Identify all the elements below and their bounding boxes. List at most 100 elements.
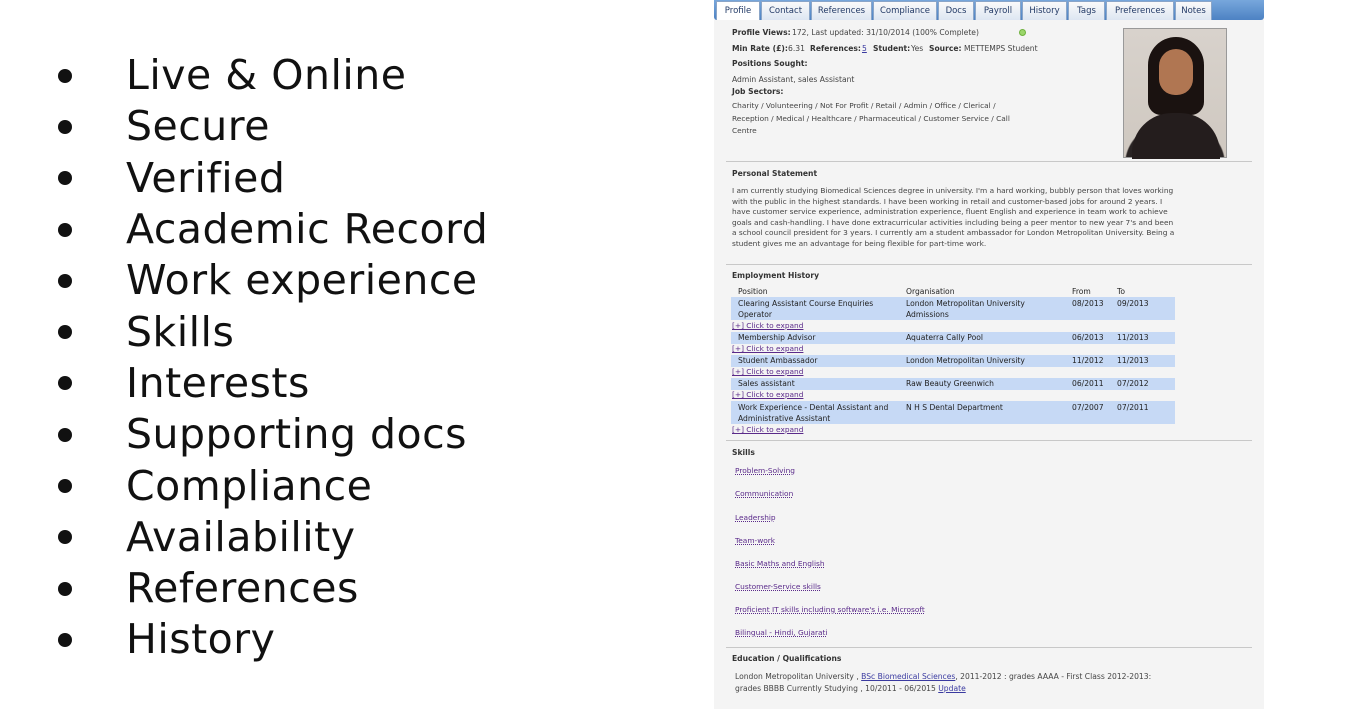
to-cell: 09/2013 — [1117, 299, 1149, 308]
course-link[interactable]: BSc Biomedical Sciences — [861, 672, 955, 681]
bullet-text: Secure — [126, 102, 270, 151]
bullet-dot — [58, 119, 72, 134]
update-link[interactable]: Update — [938, 684, 966, 693]
position-cell: Membership Advisor — [738, 333, 816, 342]
bullet-item: Secure — [52, 101, 612, 152]
tab-contact[interactable]: Contact — [761, 1, 810, 20]
education-line-1: London Metropolitan University , BSc Bio… — [735, 672, 1151, 681]
to-cell: 11/2013 — [1117, 333, 1149, 342]
bullet-item: Interests — [52, 358, 612, 409]
candidate-photo — [1123, 28, 1227, 159]
skill-link[interactable]: Proficient IT skills including software'… — [735, 605, 925, 614]
min-rate-value: 6.31 — [788, 44, 805, 53]
education-status: grades BBBB Currently Studying , 10/2011… — [735, 684, 936, 693]
col-to-header: To — [1117, 287, 1125, 296]
status-indicator — [1019, 29, 1026, 36]
skills-title: Skills — [732, 448, 755, 457]
skill-link[interactable]: Customer-Service skills — [735, 582, 821, 591]
bullet-text: Skills — [126, 307, 235, 356]
bullet-dot — [58, 632, 72, 647]
bullet-text: Availability — [126, 512, 356, 561]
tab-profile[interactable]: Profile — [716, 1, 760, 20]
candidate-profile-panel: Profile Contact References Compliance Do… — [714, 0, 1264, 709]
skill-link[interactable]: Leadership — [735, 513, 776, 522]
skill-link[interactable]: Communication — [735, 489, 793, 498]
profile-views-value: 172, Last updated: 31/10/2014 (100% Comp… — [792, 28, 979, 37]
bullet-item: Live & Online — [52, 50, 612, 101]
bullet-dot — [58, 171, 72, 186]
bullet-dot — [58, 68, 72, 83]
col-from-header: From — [1072, 287, 1091, 296]
skill-link[interactable]: Basic Maths and English — [735, 559, 825, 568]
position-cell: Clearing Assistant Course Enquiries Oper… — [738, 299, 874, 319]
table-row[interactable]: Clearing Assistant Course Enquiries Oper… — [731, 297, 1175, 320]
bullet-item: References — [52, 563, 612, 614]
bullet-text: Academic Record — [126, 205, 489, 254]
source-value: METTEMPS Student — [964, 44, 1038, 53]
tab-compliance[interactable]: Compliance — [873, 1, 937, 20]
personal-statement-text: I am currently studying Biomedical Scien… — [732, 186, 1175, 248]
tab-references[interactable]: References — [811, 1, 872, 20]
bullet-text: Supporting docs — [126, 410, 468, 459]
skill-link[interactable]: Problem-Solving — [735, 466, 795, 475]
bullet-item: Verified — [52, 153, 612, 204]
personal-statement-title: Personal Statement — [732, 169, 818, 178]
section-divider — [726, 440, 1252, 441]
col-organisation-header: Organisation — [906, 287, 955, 296]
skill-link[interactable]: Team-work — [735, 536, 775, 545]
organisation-cell: N H S Dental Department — [906, 403, 1003, 412]
organisation-cell: London Metropolitan University Admission… — [906, 299, 1025, 319]
from-cell: 08/2013 — [1072, 299, 1104, 308]
expand-link[interactable]: [+] Click to expand — [732, 390, 803, 399]
bullet-text: Live & Online — [126, 51, 407, 100]
position-cell: Student Ambassador — [738, 356, 818, 365]
from-cell: 07/2007 — [1072, 403, 1104, 412]
bullet-dot — [58, 581, 72, 596]
tab-tags[interactable]: Tags — [1068, 1, 1105, 20]
references-count-link[interactable]: 5 — [862, 44, 867, 53]
bullet-item: Academic Record — [52, 204, 612, 255]
table-row[interactable]: Work Experience - Dental Assistant and A… — [731, 401, 1175, 424]
bullet-text: Compliance — [126, 461, 373, 510]
tab-notes[interactable]: Notes — [1175, 1, 1212, 20]
expand-link[interactable]: [+] Click to expand — [732, 367, 803, 376]
min-rate-label: Min Rate (£): — [732, 44, 788, 53]
education-title: Education / Qualifications — [732, 654, 842, 663]
employment-history-title: Employment History — [732, 271, 820, 280]
to-cell: 11/2013 — [1117, 356, 1149, 365]
job-sectors-label: Job Sectors: — [732, 87, 784, 96]
expand-link[interactable]: [+] Click to expand — [732, 425, 803, 434]
section-divider — [726, 647, 1252, 648]
skill-link[interactable]: Bilingual - Hindi, Gujarati — [735, 628, 828, 637]
source-label: Source: — [929, 44, 962, 53]
feature-bullet-list: Live & Online Secure Verified Academic R… — [52, 50, 612, 666]
col-position-header: Position — [738, 287, 768, 296]
bullet-dot — [58, 530, 72, 545]
table-row[interactable]: Sales assistant Raw Beauty Greenwich 06/… — [731, 378, 1175, 390]
organisation-cell: Raw Beauty Greenwich — [906, 379, 994, 388]
bullet-item: Compliance — [52, 460, 612, 511]
tab-preferences[interactable]: Preferences — [1106, 1, 1174, 20]
bullet-dot — [58, 325, 72, 340]
to-cell: 07/2011 — [1117, 403, 1149, 412]
positions-sought-value: Admin Assistant, sales Assistant — [732, 75, 855, 84]
expand-link[interactable]: [+] Click to expand — [732, 344, 803, 353]
tab-history[interactable]: History — [1022, 1, 1067, 20]
table-row[interactable]: Student Ambassador London Metropolitan U… — [731, 355, 1175, 367]
bullet-item: Supporting docs — [52, 409, 612, 460]
to-cell: 07/2012 — [1117, 379, 1149, 388]
bullet-text: Interests — [126, 358, 310, 407]
position-cell: Sales assistant — [738, 379, 795, 388]
expand-link[interactable]: [+] Click to expand — [732, 321, 803, 330]
tab-docs[interactable]: Docs — [938, 1, 974, 20]
tab-bar: Profile Contact References Compliance Do… — [714, 0, 1264, 20]
from-cell: 11/2012 — [1072, 356, 1104, 365]
job-sectors-value: Charity / Volunteering / Not For Profit … — [732, 101, 1010, 135]
bullet-text: Work experience — [126, 256, 478, 305]
section-divider — [726, 264, 1252, 265]
profile-views-label: Profile Views: — [732, 28, 791, 37]
student-value: Yes — [911, 44, 924, 53]
education-institution: London Metropolitan University , — [735, 672, 859, 681]
tab-payroll[interactable]: Payroll — [975, 1, 1021, 20]
table-row[interactable]: Membership Advisor Aquaterra Cally Pool … — [731, 332, 1175, 344]
